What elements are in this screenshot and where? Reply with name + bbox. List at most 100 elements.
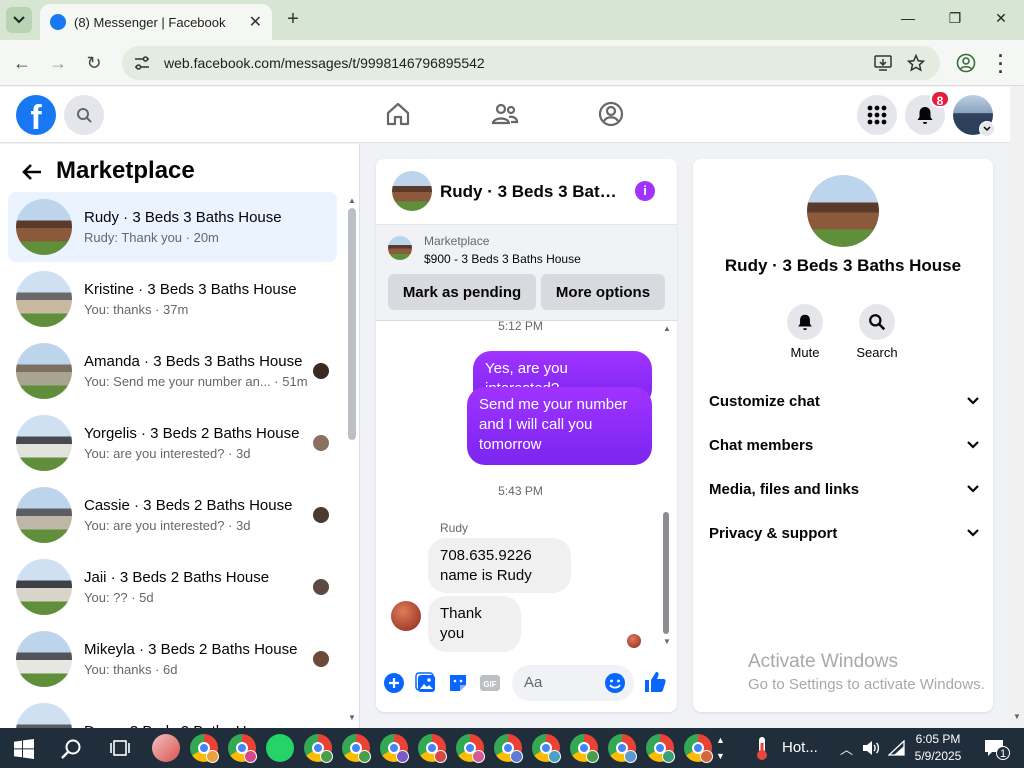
maximize-icon[interactable]: ❐ xyxy=(945,10,965,30)
photo-icon[interactable] xyxy=(415,672,437,694)
chrome-app-icon[interactable] xyxy=(380,734,409,763)
whatsapp-app-icon[interactable] xyxy=(266,734,294,762)
chrome-app-icon[interactable] xyxy=(342,734,371,763)
chat-title[interactable]: Rudy · 3 Beds 3 Bath... xyxy=(440,182,620,202)
read-receipt-avatar xyxy=(313,507,329,523)
chat-avatar[interactable] xyxy=(392,171,432,211)
search-icon[interactable] xyxy=(60,737,84,761)
chrome-app-icon[interactable] xyxy=(494,734,523,763)
scroll-up-icon[interactable]: ▲ xyxy=(663,324,671,333)
sidebar-scrollbar[interactable] xyxy=(348,208,356,440)
groups-icon[interactable] xyxy=(597,100,625,128)
conversation-item[interactable]: Kristine · 3 Beds 3 Baths House You: than… xyxy=(8,264,337,334)
conversation-item[interactable]: Mikeyla · 3 Beds 2 Baths House You: thank… xyxy=(8,624,337,694)
conversation-preview: You: are you interested? · 3d xyxy=(84,518,251,533)
chrome-app-icon[interactable] xyxy=(532,734,561,763)
conversation-item[interactable]: Yorgelis · 3 Beds 2 Baths House You: are … xyxy=(8,408,337,478)
notification-count-badge: 1 xyxy=(996,746,1010,760)
like-thumb-icon[interactable] xyxy=(644,671,666,693)
outgoing-message[interactable]: Send me your number and I will call you … xyxy=(467,387,652,465)
sender-avatar[interactable] xyxy=(391,601,421,631)
search-button[interactable] xyxy=(64,95,104,135)
read-receipt-avatar xyxy=(313,651,329,667)
conversation-text: Kristine · 3 Beds 3 Baths House You: than… xyxy=(84,281,337,317)
conversation-item[interactable]: Rudy · 3 Beds 3 Baths House Rudy: Thank y… xyxy=(8,192,337,262)
mute-button[interactable] xyxy=(787,304,823,340)
listing-title[interactable]: $900 - 3 Beds 3 Baths House xyxy=(424,252,581,266)
forward-arrow-icon[interactable]: → xyxy=(47,52,69,74)
marketplace-label: Marketplace xyxy=(424,234,490,248)
close-window-icon[interactable]: ✕ xyxy=(991,10,1011,30)
site-settings-icon[interactable] xyxy=(134,56,150,70)
info-row[interactable]: Customize chat xyxy=(709,389,979,413)
browser-tab[interactable]: (8) Messenger | Facebook ✕ xyxy=(40,4,272,40)
search-icon xyxy=(869,314,886,331)
info-row[interactable]: Chat members xyxy=(709,433,979,457)
chat-scrollbar[interactable] xyxy=(663,512,669,634)
thermometer-icon[interactable] xyxy=(752,735,772,761)
incoming-message[interactable]: Thank you xyxy=(428,596,521,652)
gif-icon[interactable]: GIF xyxy=(479,672,501,694)
incoming-message[interactable]: 708.635.9226 name is Rudy xyxy=(428,538,571,593)
more-options-button[interactable]: More options xyxy=(541,274,665,310)
address-bar[interactable]: web.facebook.com/messages/t/999814679689… xyxy=(122,46,940,80)
chrome-app-icon[interactable] xyxy=(684,734,713,763)
profile-badge-icon xyxy=(358,750,371,763)
close-tab-icon[interactable]: ✕ xyxy=(249,12,262,32)
clock-date[interactable]: 5/9/2025 xyxy=(905,749,971,763)
chrome-app-icon[interactable] xyxy=(608,734,637,763)
profile-badge-icon xyxy=(624,750,637,763)
weather-text[interactable]: Hot... xyxy=(782,739,818,756)
paint-app-icon[interactable] xyxy=(152,734,180,762)
add-plus-icon[interactable] xyxy=(383,672,405,694)
bookmark-star-icon[interactable] xyxy=(907,54,925,72)
conversation-item[interactable]: Jaii · 3 Beds 2 Baths House You: ?? · 5d xyxy=(8,552,337,622)
conversation-preview: You: thanks · 37m xyxy=(84,302,189,317)
mark-as-pending-button[interactable]: Mark as pending xyxy=(388,274,536,310)
friends-icon[interactable] xyxy=(491,100,519,128)
volume-icon[interactable] xyxy=(862,740,880,756)
info-row[interactable]: Media, files and links xyxy=(709,477,979,501)
reload-icon[interactable]: ↻ xyxy=(83,52,105,74)
home-icon[interactable] xyxy=(384,100,412,128)
new-tab-icon[interactable]: + xyxy=(282,9,304,31)
minimize-icon[interactable]: — xyxy=(898,10,918,30)
tab-search-button[interactable] xyxy=(6,7,32,33)
install-app-icon[interactable] xyxy=(874,54,892,72)
scroll-down-icon[interactable]: ▼ xyxy=(663,637,671,646)
chrome-app-icon[interactable] xyxy=(228,734,257,763)
account-chevron-icon[interactable] xyxy=(979,121,995,137)
chrome-app-icon[interactable] xyxy=(190,734,219,763)
clock-time[interactable]: 6:05 PM xyxy=(905,732,971,746)
scroll-down-icon[interactable]: ▼ xyxy=(1013,712,1021,721)
facebook-logo[interactable]: f xyxy=(16,95,56,135)
chrome-app-icon[interactable] xyxy=(456,734,485,763)
browser-menu-icon[interactable]: · · · xyxy=(998,47,1004,81)
back-arrow-icon[interactable]: ← xyxy=(11,52,33,74)
scroll-down-icon[interactable]: ▼ xyxy=(348,713,356,722)
emoji-icon[interactable] xyxy=(604,672,626,694)
windows-start-icon[interactable] xyxy=(14,739,34,759)
conversation-item[interactable]: Cassie · 3 Beds 2 Baths House You: are yo… xyxy=(8,480,337,550)
profile-icon[interactable] xyxy=(956,53,976,73)
chrome-app-icon[interactable] xyxy=(570,734,599,763)
scroll-up-icon[interactable]: ▲ xyxy=(348,196,356,205)
sender-name: Rudy xyxy=(440,521,469,535)
chrome-app-icon[interactable] xyxy=(299,728,337,768)
back-arrow-icon[interactable] xyxy=(20,160,44,184)
chrome-app-icon[interactable] xyxy=(646,734,675,763)
chrome-app-icon[interactable] xyxy=(418,734,447,763)
task-view-icon[interactable] xyxy=(109,738,131,758)
sticker-icon[interactable] xyxy=(447,672,469,694)
info-row[interactable]: Privacy & support xyxy=(709,521,979,545)
show-hidden-icons-chevron-icon[interactable]: ︿ xyxy=(840,739,853,758)
menu-button[interactable] xyxy=(857,95,897,135)
page-scrollbar[interactable] xyxy=(1010,87,1024,728)
conversation-item[interactable]: Amanda · 3 Beds 3 Baths House You: Send m… xyxy=(8,336,337,406)
listing-thumbnail[interactable] xyxy=(388,236,412,260)
network-icon[interactable] xyxy=(888,740,906,756)
info-icon[interactable]: i xyxy=(635,181,655,201)
taskbar-scroll-icon[interactable]: ▲ ▼ xyxy=(716,732,725,764)
profile-avatar[interactable] xyxy=(807,175,879,247)
search-in-chat-button[interactable] xyxy=(859,304,895,340)
